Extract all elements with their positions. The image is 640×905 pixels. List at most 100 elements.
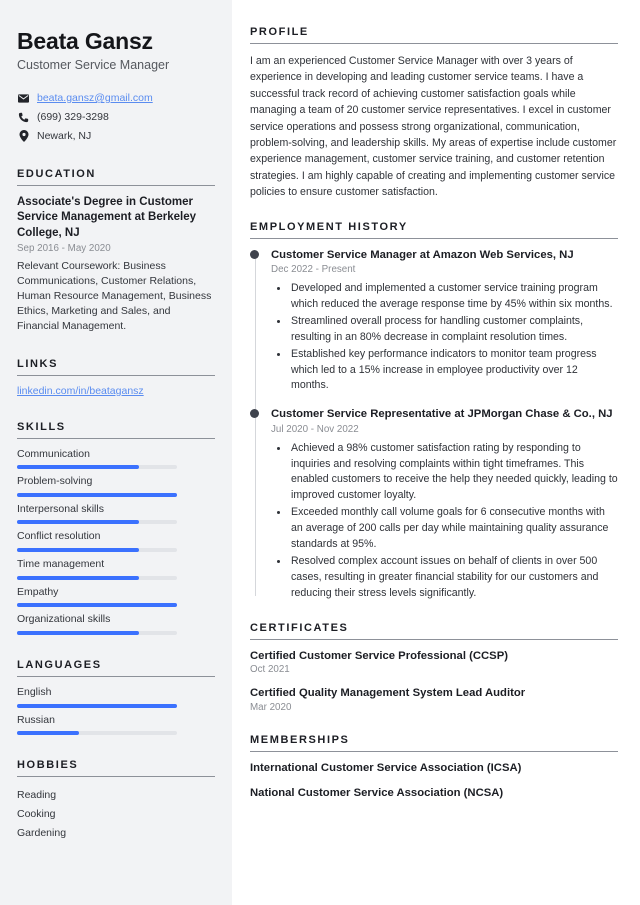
skill-label: Empathy xyxy=(17,585,59,598)
language-level-track xyxy=(17,731,177,736)
certificate-title: Certified Customer Service Professional … xyxy=(250,649,509,662)
skill-item: Empathy xyxy=(17,586,215,608)
employment-bullet: Developed and implemented a customer ser… xyxy=(289,281,618,313)
hobbies-list: Reading Cooking Gardening xyxy=(17,786,215,842)
envelope-icon xyxy=(17,94,30,103)
membership-item: National Customer Service Association (N… xyxy=(250,787,504,800)
section-certificates: CERTIFICATES Certified Customer Service … xyxy=(250,622,618,715)
language-item: Russian xyxy=(17,714,215,736)
employment-date: Dec 2022 - Present xyxy=(271,264,356,276)
timeline-dot-icon xyxy=(250,249,259,259)
language-label: English xyxy=(17,685,52,698)
section-heading-links: LINKS xyxy=(17,358,215,376)
section-education: EDUCATION Associate's Degree in Customer… xyxy=(17,168,215,334)
certificate-item: Certified Customer Service Professional … xyxy=(250,649,618,677)
phone-number: (699) 329-3298 xyxy=(37,110,109,123)
section-languages: LANGUAGES English Russian xyxy=(17,659,215,736)
certificate-date: Oct 2021 xyxy=(250,664,290,676)
contact-list: beata.gansz@gmail.com (699) 329-3298 New… xyxy=(17,91,215,144)
linkedin-link[interactable]: linkedin.com/in/beatagansz xyxy=(17,385,215,397)
skill-level-track xyxy=(17,465,177,470)
contact-email[interactable]: beata.gansz@gmail.com xyxy=(17,91,215,106)
location-pin-icon xyxy=(17,130,30,143)
employment-timeline: Customer Service Manager at Amazon Web S… xyxy=(250,248,618,602)
skill-item: Interpersonal skills xyxy=(17,503,215,525)
education-description: Relevant Coursework: Business Communicat… xyxy=(17,259,212,332)
languages-list: English Russian xyxy=(17,685,215,736)
skill-level-fill xyxy=(17,548,139,553)
skill-level-track xyxy=(17,520,177,525)
education-title: Associate's Degree in Customer Service M… xyxy=(17,195,196,239)
language-level-fill xyxy=(17,703,177,708)
sidebar: Beata Gansz Customer Service Manager bea… xyxy=(0,0,232,905)
employment-bullets: Developed and implemented a customer ser… xyxy=(271,281,618,394)
employment-bullets: Achieved a 98% customer satisfaction rat… xyxy=(271,441,618,602)
memberships-list: International Customer Service Associati… xyxy=(250,761,618,800)
skill-item: Organizational skills xyxy=(17,613,215,635)
skill-item: Conflict resolution xyxy=(17,530,215,553)
skill-label: Time management xyxy=(17,558,105,571)
section-heading-certificates: CERTIFICATES xyxy=(250,622,618,640)
hobby-item: Gardening xyxy=(17,826,67,839)
certificate-item: Certified Quality Management System Lead… xyxy=(250,686,618,714)
skill-label: Interpersonal skills xyxy=(17,502,104,515)
employment-entry: Customer Service Representative at JPMor… xyxy=(250,407,618,602)
language-label: Russian xyxy=(17,713,55,726)
skill-label: Problem-solving xyxy=(17,475,93,488)
section-heading-skills: SKILLS xyxy=(17,421,215,439)
skill-level-track xyxy=(17,630,177,635)
skills-list: Communication Problem-solving Interpersona… xyxy=(17,448,215,635)
employment-bullet: Exceeded monthly call volume goals for 6… xyxy=(289,505,618,553)
resume-document: Beata Gansz Customer Service Manager bea… xyxy=(0,0,640,905)
hobby-item: Cooking xyxy=(17,807,56,820)
section-heading-memberships: MEMBERSHIPS xyxy=(250,734,618,753)
skill-level-track xyxy=(17,492,177,497)
section-heading-languages: LANGUAGES xyxy=(17,659,215,677)
skill-level-fill xyxy=(17,630,139,635)
certificate-date: Mar 2020 xyxy=(250,701,292,713)
location-text: Newark, NJ xyxy=(37,129,92,142)
skill-level-fill xyxy=(17,465,139,470)
membership-item: International Customer Service Associati… xyxy=(250,762,522,775)
section-memberships: MEMBERSHIPS International Customer Servi… xyxy=(250,734,618,800)
employment-title: Customer Service Representative at JPMor… xyxy=(271,408,613,421)
employment-bullet: Streamlined overall process for handling… xyxy=(289,314,618,346)
header-job-title: Customer Service Manager xyxy=(17,58,170,73)
page-title: Beata Gansz xyxy=(17,28,153,54)
skill-level-track xyxy=(17,548,177,553)
employment-date: Jul 2020 - Nov 2022 xyxy=(271,423,359,435)
email-link[interactable]: beata.gansz@gmail.com xyxy=(37,93,153,104)
section-heading-profile: PROFILE xyxy=(250,26,618,44)
contact-phone: (699) 329-3298 xyxy=(17,110,215,125)
contact-location: Newark, NJ xyxy=(17,129,215,144)
skill-level-track xyxy=(17,575,177,580)
main-column: PROFILE I am an experienced Customer Ser… xyxy=(232,0,640,905)
skill-label: Communication xyxy=(17,447,90,460)
language-level-track xyxy=(17,703,177,708)
certificate-title: Certified Quality Management System Lead… xyxy=(250,687,526,700)
section-heading-hobbies: HOBBIES xyxy=(17,759,215,778)
skill-label: Conflict resolution xyxy=(17,530,101,543)
employment-title: Customer Service Manager at Amazon Web S… xyxy=(271,248,574,261)
skill-level-fill xyxy=(17,575,139,580)
section-heading-employment: EMPLOYMENT HISTORY xyxy=(250,221,618,239)
education-item: Associate's Degree in Customer Service M… xyxy=(17,195,215,334)
section-links: LINKS linkedin.com/in/beatagansz xyxy=(17,358,215,397)
profile-text: I am an experienced Customer Service Man… xyxy=(250,55,617,199)
skill-level-track xyxy=(17,603,177,608)
section-heading-education: EDUCATION xyxy=(17,168,215,186)
employment-bullet: Achieved a 98% customer satisfaction rat… xyxy=(289,441,618,505)
skill-label: Organizational skills xyxy=(17,613,111,626)
skill-item: Problem-solving xyxy=(17,475,215,497)
education-date: Sep 2016 - May 2020 xyxy=(17,243,111,255)
section-hobbies: HOBBIES Reading Cooking Gardening xyxy=(17,759,215,842)
section-employment-history: EMPLOYMENT HISTORY Customer Service Mana… xyxy=(250,221,618,602)
skill-level-fill xyxy=(17,520,139,525)
skill-level-fill xyxy=(17,492,177,497)
hobby-item: Reading xyxy=(17,789,57,802)
phone-icon xyxy=(17,112,30,123)
employment-bullet: Resolved complex account issues on behal… xyxy=(289,554,618,602)
employment-entry: Customer Service Manager at Amazon Web S… xyxy=(250,248,618,395)
language-level-fill xyxy=(17,731,80,736)
skill-level-fill xyxy=(17,603,177,608)
